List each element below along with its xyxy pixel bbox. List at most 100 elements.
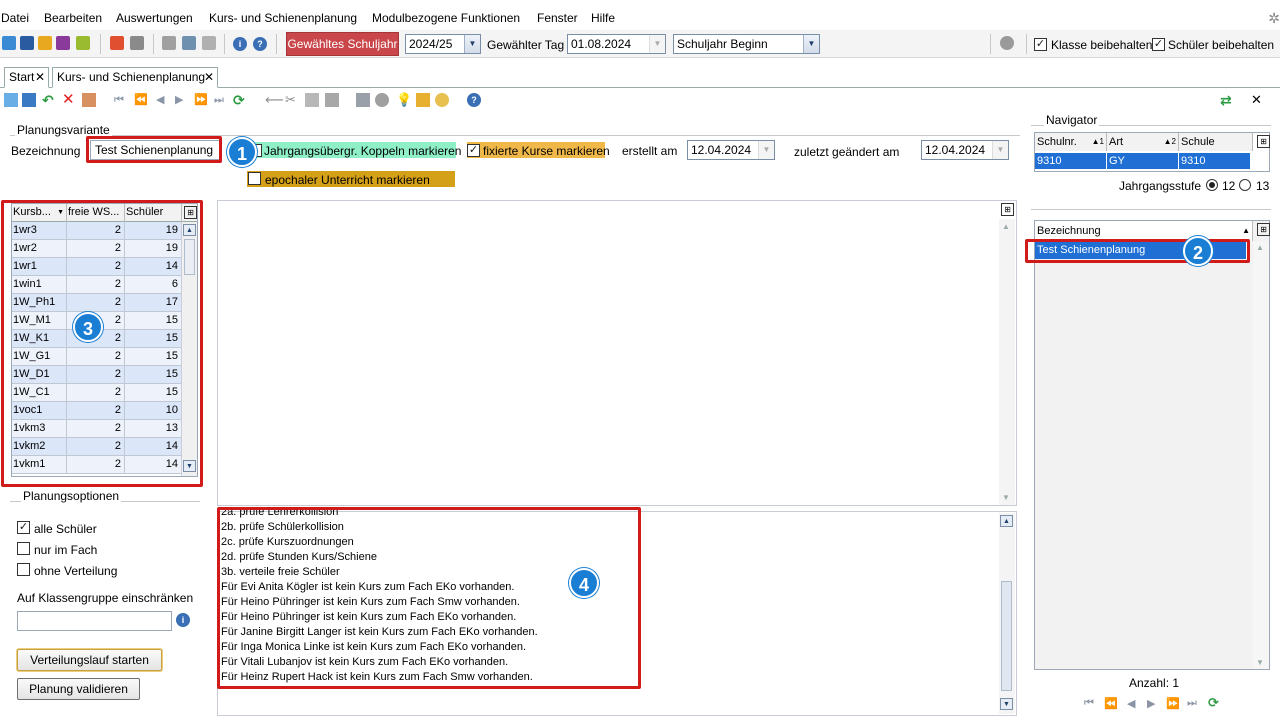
menu-datei[interactable]: Datei [1,11,29,25]
new-record-icon[interactable] [4,93,18,107]
school-row-schule[interactable]: 9310 [1179,153,1251,169]
last-record-icon[interactable]: ⏭ [214,93,228,107]
timetable-icon[interactable] [2,36,16,50]
export-icon[interactable] [162,36,176,50]
prev-record-icon[interactable]: ◀ [1127,697,1135,710]
schienen-scrollbar[interactable]: ▲ ▼ [999,219,1015,505]
school-row-nr[interactable]: 9310 [1035,153,1107,169]
selected-schoolyear-button[interactable]: Gewähltes Schuljahr [286,32,399,56]
chevron-down-icon[interactable]: ▼ [803,35,819,53]
refresh-icon[interactable]: ⟳ [1208,695,1219,711]
scroll-down-icon[interactable]: ▼ [1000,698,1013,710]
help-icon[interactable]: ? [253,37,267,51]
chevron-down-icon[interactable]: ▼ [464,35,480,53]
schienen-panel[interactable]: ⊞ ▲ ▼ [217,200,1017,506]
menu-hilfe[interactable]: Hilfe [591,11,615,25]
scroll-thumb[interactable] [1001,581,1012,691]
undo-icon[interactable]: ↶ [42,93,56,107]
copy-icon[interactable] [305,93,319,107]
start-distribution-button[interactable]: Verteilungslauf starten [17,649,162,671]
column-header-art[interactable]: Art ▲2 [1107,133,1179,151]
print-preview-icon[interactable] [130,36,144,50]
scroll-up-icon[interactable]: ▲ [1002,222,1010,231]
help-icon[interactable]: ? [467,93,481,107]
column-header-schulnr[interactable]: Schulnr. ▲1 [1035,133,1107,151]
save-icon[interactable] [22,93,36,107]
geaendert-date[interactable]: 12.04.2024 ▼ [921,140,1009,160]
preview-icon[interactable] [375,93,389,107]
messages-icon[interactable] [76,36,90,50]
next-record-icon[interactable]: ▶ [175,93,189,107]
keep-class-checkbox[interactable] [1034,38,1047,51]
first-record-icon[interactable]: ⏮ [1084,697,1094,710]
prev-record-icon[interactable]: ◀ [156,93,170,107]
selected-day-input[interactable]: 01.08.2024 ▼ [567,34,666,54]
courses-icon[interactable] [56,36,70,50]
period-select[interactable]: Schuljahr Beginn ▼ [673,34,820,54]
next-page-icon[interactable]: ⏩ [1166,697,1180,710]
chevron-down-icon[interactable]: ▼ [992,141,1008,159]
tab-kurs-schienenplanung[interactable]: Kurs- und Schienenplanung ✕ [52,67,218,88]
school-row-art[interactable]: GY [1107,153,1179,169]
delete-icon[interactable]: ✕ [62,92,76,107]
lock-icon[interactable] [1000,36,1014,50]
klassengruppe-input[interactable] [17,611,172,631]
scroll-up-icon[interactable]: ▲ [1000,515,1013,527]
alle-schueler-checkbox[interactable] [17,521,30,534]
schoolyear-select[interactable]: 2024/25 ▼ [405,34,481,54]
next-page-icon[interactable]: ⏩ [194,93,208,107]
epochal-checkbox[interactable] [248,172,261,185]
prev-page-icon[interactable]: ⏪ [134,93,148,107]
scroll-up-icon[interactable]: ▲ [1256,243,1264,252]
close-panel-icon[interactable]: ✕ [1251,93,1265,107]
column-chooser-icon[interactable]: ⊞ [1257,135,1270,148]
scroll-down-icon[interactable]: ▼ [1256,658,1264,667]
chevron-down-icon[interactable]: ▼ [758,141,774,159]
keep-student-checkbox[interactable] [1152,38,1165,51]
lightbulb-icon[interactable]: 💡 [396,93,412,107]
book-icon[interactable] [110,36,124,50]
rooms-icon[interactable] [20,36,34,50]
column-chooser-icon[interactable]: ⊞ [1257,223,1270,236]
nur-im-fach-checkbox[interactable] [17,542,30,555]
menu-fenster[interactable]: Fenster [537,11,578,25]
school-grid[interactable]: Schulnr. ▲1 Art ▲2 Schule ⊞ 9310 GY 9310 [1034,132,1270,172]
erstellt-date[interactable]: 12.04.2024 ▼ [687,140,775,160]
log-scrollbar[interactable]: ▲ ▼ [999,513,1015,714]
planning-variant-list[interactable]: Bezeichnung ▲ ⊞ Test Schienenplanung ▲ ▼ [1034,220,1270,670]
tab-start[interactable]: Start ✕ [4,67,49,88]
menu-auswertungen[interactable]: Auswertungen [116,11,193,25]
last-record-icon[interactable]: ⏭ [1187,697,1197,710]
menu-modulbezogene-funktionen[interactable]: Modulbezogene Funktionen [372,11,520,25]
info-icon[interactable]: i [233,37,247,51]
alarm-clock-icon[interactable] [435,93,449,107]
print-icon[interactable] [356,93,370,107]
jahrgang-13-radio[interactable] [1239,179,1251,191]
jahrgang-12-radio[interactable] [1206,179,1218,191]
menu-bearbeiten[interactable]: Bearbeiten [44,11,102,25]
prev-page-icon[interactable]: ⏪ [1104,697,1118,710]
refresh-icon[interactable]: ⟳ [233,93,247,107]
info-icon[interactable]: i [176,613,190,627]
students-icon[interactable] [38,36,52,50]
lightning-icon[interactable] [202,36,216,50]
close-icon[interactable]: ✕ [204,68,214,87]
copy-record-icon[interactable] [82,93,96,107]
close-icon[interactable]: ✕ [35,68,45,87]
variant-list-scrollbar[interactable]: ▲ ▼ [1253,241,1269,669]
column-header-schule[interactable]: Schule [1179,133,1253,151]
sync-icon[interactable]: ⇄ [1220,93,1234,107]
broom-icon[interactable] [416,93,430,107]
next-record-icon[interactable]: ▶ [1147,697,1155,710]
fixiert-checkbox[interactable] [467,144,480,157]
ohne-verteilung-checkbox[interactable] [17,563,30,576]
column-header-bezeichnung[interactable]: Bezeichnung ▲ [1035,221,1253,241]
scroll-down-icon[interactable]: ▼ [1002,493,1010,502]
window-icon[interactable] [182,36,196,50]
paste-icon[interactable] [325,93,339,107]
cut-icon[interactable]: ✂ [285,93,299,107]
column-chooser-icon[interactable]: ⊞ [1001,203,1014,216]
validate-planning-button[interactable]: Planung validieren [17,678,140,700]
first-record-icon[interactable]: ⏮ [114,93,128,107]
menu-kurs-schienenplanung[interactable]: Kurs- und Schienenplanung [209,11,357,25]
